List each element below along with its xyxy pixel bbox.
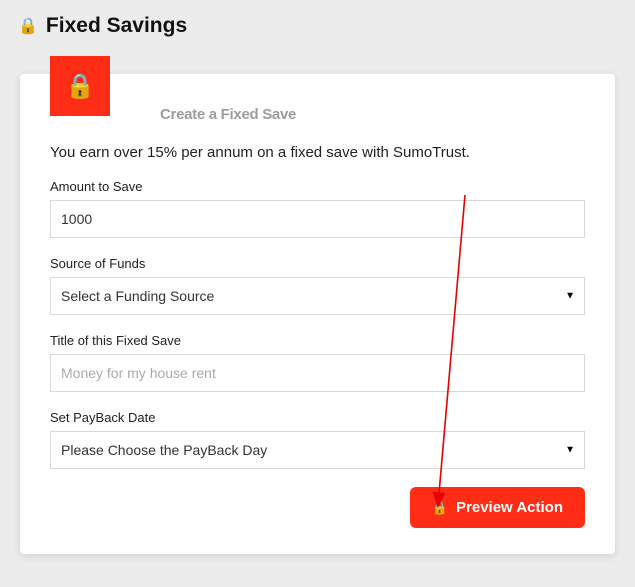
payback-label: Set PayBack Date bbox=[50, 410, 585, 425]
preview-action-button[interactable]: 🔒 Preview Action bbox=[410, 487, 585, 528]
field-payback: Set PayBack Date Please Choose the PayBa… bbox=[50, 410, 585, 469]
title-label: Title of this Fixed Save bbox=[50, 333, 585, 348]
lock-icon: 🔒 bbox=[18, 16, 38, 36]
payback-select[interactable]: Please Choose the PayBack Day bbox=[50, 431, 585, 469]
card-title: Create a Fixed Save bbox=[160, 106, 296, 123]
page-title: Fixed Savings bbox=[46, 14, 187, 38]
title-input[interactable] bbox=[50, 354, 585, 392]
lock-icon: 🔒 bbox=[432, 500, 448, 516]
page-header: 🔒 Fixed Savings bbox=[0, 0, 635, 38]
action-row: 🔒 Preview Action bbox=[50, 487, 585, 528]
source-select[interactable]: Select a Funding Source bbox=[50, 277, 585, 315]
card-badge: 🔒 bbox=[50, 56, 110, 116]
field-title: Title of this Fixed Save bbox=[50, 333, 585, 392]
amount-input[interactable] bbox=[50, 200, 585, 238]
preview-button-label: Preview Action bbox=[456, 499, 563, 516]
field-source: Source of Funds Select a Funding Source … bbox=[50, 256, 585, 315]
source-label: Source of Funds bbox=[50, 256, 585, 271]
intro-text: You earn over 15% per annum on a fixed s… bbox=[50, 144, 585, 161]
amount-label: Amount to Save bbox=[50, 179, 585, 194]
field-amount: Amount to Save bbox=[50, 179, 585, 238]
fixed-save-card: 🔒 Create a Fixed Save You earn over 15% … bbox=[20, 74, 615, 554]
lock-icon: 🔒 bbox=[65, 72, 95, 101]
